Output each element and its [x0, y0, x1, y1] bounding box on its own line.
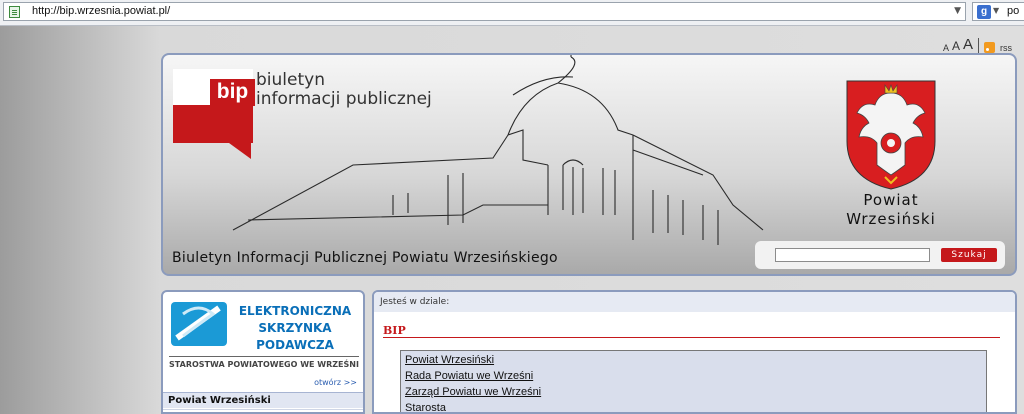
header-banner: bip biuletyn informacji publicznej Powia… [161, 53, 1017, 276]
google-icon[interactable]: g [977, 5, 991, 19]
font-size-large[interactable]: A [963, 36, 973, 53]
bip-logo[interactable]: bip [173, 69, 255, 159]
main-content: Jesteś w dziale: BIP Powiat Wrzesiński R… [372, 290, 1017, 414]
address-url[interactable]: http://bip.wrzesnia.powiat.pl/ [32, 5, 170, 17]
page-title: Biuletyn Informacji Publicznej Powiatu W… [172, 250, 558, 266]
menu-item-rada[interactable]: Rada Powiatu we Wrześni [405, 370, 533, 382]
esp-line1: ELEKTRONICZNA [238, 304, 352, 318]
address-bar[interactable]: http://bip.wrzesnia.powiat.pl/ ▼ [3, 2, 966, 21]
bip-logo-word: bip [210, 79, 255, 106]
chevron-down-icon[interactable]: ▼ [954, 6, 961, 16]
divider [383, 337, 1000, 338]
section-title: BIP [383, 324, 406, 337]
esp-subtitle: STAROSTWA POWIATOWEGO WE WRZEŚNI [169, 356, 359, 369]
search-button[interactable]: Szukaj [941, 248, 997, 262]
left-sidebar: ELEKTRONICZNA SKRZYNKA PODAWCZA STAROSTW… [161, 290, 365, 414]
bip-line2: informacji publicznej [256, 89, 432, 109]
search-input[interactable] [775, 248, 930, 262]
browser-toolbar: http://bip.wrzesnia.powiat.pl/ ▼ g ▼ po [0, 0, 1024, 26]
sidebar-item[interactable] [163, 409, 363, 412]
powiat-line1: Powiat [863, 191, 919, 209]
menu-item-powiat[interactable]: Powiat Wrzesiński [405, 354, 494, 366]
font-size-medium[interactable]: A [952, 39, 960, 53]
bip-line1: biuletyn [256, 70, 325, 90]
sidebar-item-powiat[interactable]: Powiat Wrzesiński [163, 392, 363, 408]
breadcrumb: Jesteś w dziale: [374, 292, 1015, 312]
rss-link[interactable]: rss [1000, 43, 1012, 53]
font-size-small[interactable]: A [943, 43, 949, 53]
esp-open-link[interactable]: otwórz >> [314, 378, 357, 387]
page-icon [9, 6, 20, 18]
divider [978, 38, 979, 53]
menu-item-starosta[interactable]: Starosta [405, 402, 446, 412]
browser-search-box[interactable]: g ▼ po [972, 2, 1024, 21]
chevron-down-icon[interactable]: ▼ [993, 6, 999, 15]
powiat-line2: Wrzesiński [846, 210, 936, 228]
browser-search-text[interactable]: po [1007, 5, 1019, 17]
menu-list: Powiat Wrzesiński Rada Powiatu we Wrześn… [400, 350, 987, 412]
coat-of-arms-icon [846, 80, 936, 190]
powiat-name: Powiat Wrzesiński [829, 191, 953, 229]
accessibility-tools: A A A rss [943, 36, 1012, 53]
rss-icon[interactable] [984, 42, 995, 53]
bip-logo-text: biuletyn informacji publicznej [256, 71, 432, 109]
esp-line2: SKRZYNKA PODAWCZA [256, 321, 334, 352]
esp-title[interactable]: ELEKTRONICZNA SKRZYNKA PODAWCZA [231, 303, 359, 354]
menu-item-zarzad[interactable]: Zarząd Powiatu we Wrześni [405, 386, 541, 398]
